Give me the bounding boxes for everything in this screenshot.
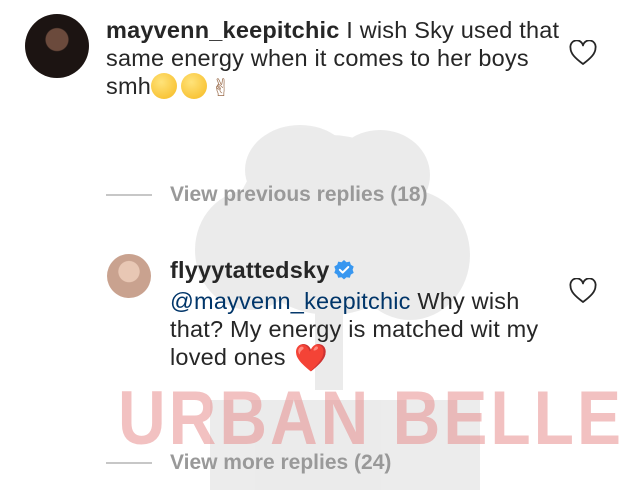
comment: mayvenn_keepitchic I wish Sky used that … [106, 16, 576, 103]
reply: flyyytattedsky @mayvenn_keepitchic Why w… [170, 256, 570, 372]
reply-username[interactable]: flyyytattedsky [170, 257, 330, 283]
reply-divider [106, 194, 152, 196]
comment-username[interactable]: mayvenn_keepitchic [106, 17, 340, 43]
view-more-replies-label: View more replies (24) [170, 451, 392, 474]
view-previous-replies-button[interactable]: View previous replies (18) [106, 181, 428, 209]
reply-divider [106, 462, 152, 464]
view-previous-replies-label: View previous replies (18) [170, 183, 428, 206]
unamused-face-emoji-icon [181, 73, 207, 99]
red-heart-emoji-icon: ❤️ [294, 343, 329, 373]
reply-mention-link[interactable]: @mayvenn_keepitchic [170, 288, 411, 314]
comment-like-heart-icon[interactable] [569, 39, 597, 66]
view-more-replies-button[interactable]: View more replies (24) [106, 449, 391, 477]
reply-avatar[interactable] [107, 254, 151, 298]
victory-hand-emoji-icon: ✌ [211, 75, 232, 102]
expressionless-face-emoji-icon [151, 73, 177, 99]
reply-like-heart-icon[interactable] [569, 277, 597, 304]
verified-badge-icon [333, 259, 355, 287]
commenter-avatar[interactable] [25, 14, 89, 78]
